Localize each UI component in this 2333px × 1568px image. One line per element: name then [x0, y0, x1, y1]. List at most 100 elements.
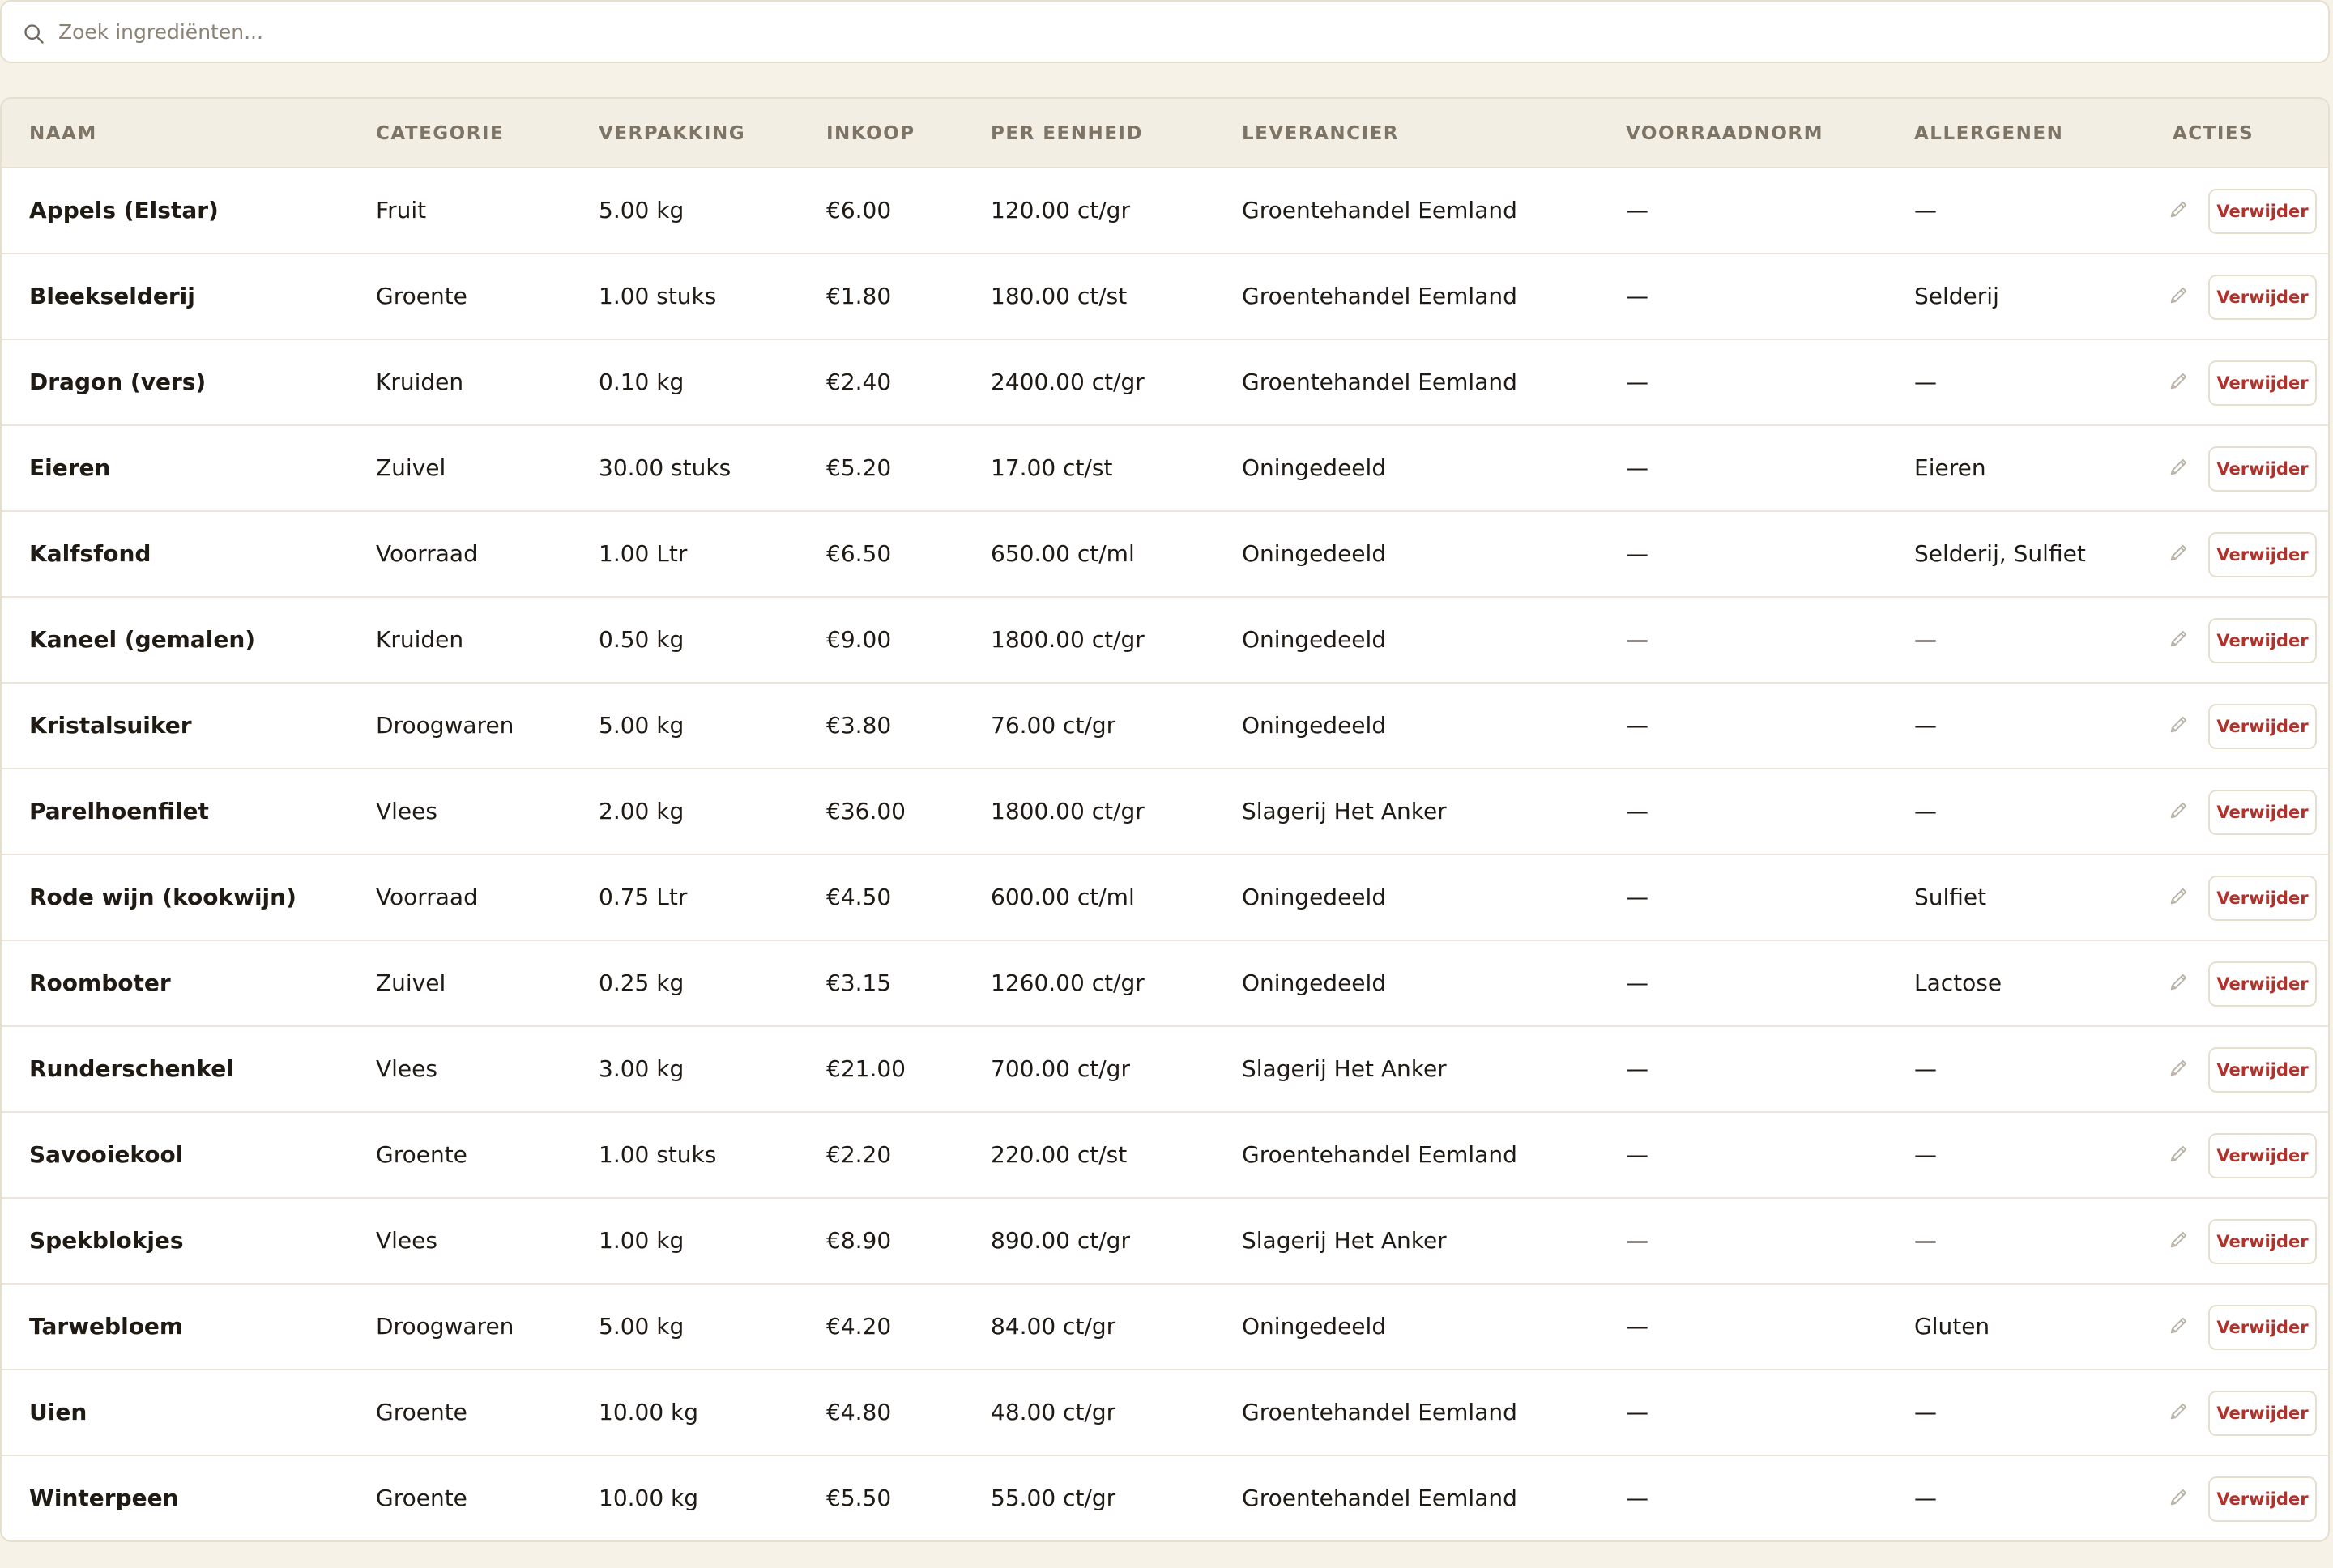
ingredient-name: Tarwebloem	[29, 1313, 184, 1340]
ingredient-supplier: Groentehandel Eemland	[1242, 197, 1517, 224]
ingredient-stock-norm: —	[1626, 712, 1648, 739]
ingredient-unit-price: 600.00 ct/ml	[991, 884, 1135, 910]
delete-button[interactable]: Verwijder	[2208, 1391, 2317, 1436]
ingredient-category: Fruit	[376, 197, 427, 224]
delete-button[interactable]: Verwijder	[2208, 189, 2317, 234]
pencil-icon[interactable]	[2168, 1314, 2190, 1336]
ingredient-purchase-price: €6.00	[826, 197, 892, 224]
table-row[interactable]: Kalfsfond Voorraad 1.00 Ltr €6.50 650.00…	[2, 512, 2328, 598]
delete-button[interactable]: Verwijder	[2208, 446, 2317, 492]
table-row[interactable]: Eieren Zuivel 30.00 stuks €5.20 17.00 ct…	[2, 426, 2328, 512]
table-row[interactable]: Savooiekool Groente 1.00 stuks €2.20 220…	[2, 1113, 2328, 1199]
table-row[interactable]: Rode wijn (kookwijn) Voorraad 0.75 Ltr €…	[2, 855, 2328, 941]
column-header-naam[interactable]: NAAM	[29, 99, 97, 168]
ingredient-packaging: 2.00 kg	[599, 798, 685, 824]
delete-button[interactable]: Verwijder	[2208, 360, 2317, 406]
pencil-icon[interactable]	[2168, 799, 2190, 821]
table-row[interactable]: Tarwebloem Droogwaren 5.00 kg €4.20 84.0…	[2, 1285, 2328, 1370]
ingredient-stock-norm: —	[1626, 798, 1648, 824]
table-row[interactable]: Runderschenkel Vlees 3.00 kg €21.00 700.…	[2, 1027, 2328, 1113]
table-row[interactable]: Bleekselderij Groente 1.00 stuks €1.80 1…	[2, 254, 2328, 340]
pencil-icon[interactable]	[2168, 1142, 2190, 1165]
delete-button[interactable]: Verwijder	[2208, 1047, 2317, 1093]
ingredient-category: Groente	[376, 1485, 467, 1511]
table-row[interactable]: Uien Groente 10.00 kg €4.80 48.00 ct/gr …	[2, 1370, 2328, 1456]
delete-button[interactable]: Verwijder	[2208, 961, 2317, 1007]
column-header-leverancier[interactable]: LEVERANCIER	[1242, 99, 1399, 168]
ingredient-packaging: 5.00 kg	[599, 712, 685, 739]
pencil-icon[interactable]	[2168, 1400, 2190, 1422]
table-row[interactable]: Roomboter Zuivel 0.25 kg €3.15 1260.00 c…	[2, 941, 2328, 1027]
delete-button[interactable]: Verwijder	[2208, 275, 2317, 320]
ingredient-unit-price: 220.00 ct/st	[991, 1141, 1128, 1168]
delete-button[interactable]: Verwijder	[2208, 1305, 2317, 1350]
delete-button[interactable]: Verwijder	[2208, 618, 2317, 663]
ingredient-stock-norm: —	[1626, 1485, 1648, 1511]
pencil-icon[interactable]	[2168, 970, 2190, 993]
delete-button[interactable]: Verwijder	[2208, 876, 2317, 921]
ingredient-allergens: —	[1914, 798, 1937, 824]
pencil-icon[interactable]	[2168, 283, 2190, 306]
pencil-icon[interactable]	[2168, 713, 2190, 735]
ingredient-stock-norm: —	[1626, 454, 1648, 481]
table-row[interactable]: Appels (Elstar) Fruit 5.00 kg €6.00 120.…	[2, 168, 2328, 254]
column-header-categorie[interactable]: CATEGORIE	[376, 99, 504, 168]
ingredient-unit-price: 2400.00 ct/gr	[991, 369, 1145, 395]
ingredient-stock-norm: —	[1626, 969, 1648, 996]
table-row[interactable]: Kristalsuiker Droogwaren 5.00 kg €3.80 7…	[2, 684, 2328, 769]
table-row[interactable]: Winterpeen Groente 10.00 kg €5.50 55.00 …	[2, 1456, 2328, 1540]
ingredient-unit-price: 55.00 ct/gr	[991, 1485, 1116, 1511]
table-row[interactable]: Spekblokjes Vlees 1.00 kg €8.90 890.00 c…	[2, 1199, 2328, 1285]
delete-button[interactable]: Verwijder	[2208, 1219, 2317, 1264]
table-row[interactable]: Dragon (vers) Kruiden 0.10 kg €2.40 2400…	[2, 340, 2328, 426]
ingredient-stock-norm: —	[1626, 1141, 1648, 1168]
column-header-verpakking[interactable]: VERPAKKING	[599, 99, 745, 168]
ingredient-purchase-price: €6.50	[826, 540, 892, 567]
pencil-icon[interactable]	[2168, 1228, 2190, 1251]
column-header-voorraadnorm[interactable]: VOORRAADNORM	[1626, 99, 1823, 168]
ingredient-stock-norm: —	[1626, 1055, 1648, 1082]
ingredient-category: Zuivel	[376, 454, 446, 481]
column-header-per-eenheid[interactable]: PER EENHEID	[991, 99, 1143, 168]
delete-button[interactable]: Verwijder	[2208, 1476, 2317, 1522]
ingredient-packaging: 0.75 Ltr	[599, 884, 688, 910]
ingredient-supplier: Slagerij Het Anker	[1242, 798, 1447, 824]
pencil-icon[interactable]	[2168, 541, 2190, 564]
ingredient-unit-price: 48.00 ct/gr	[991, 1399, 1116, 1425]
ingredient-name: Roomboter	[29, 969, 171, 996]
ingredient-name: Appels (Elstar)	[29, 197, 219, 224]
table-row[interactable]: Parelhoenfilet Vlees 2.00 kg €36.00 1800…	[2, 769, 2328, 855]
ingredient-purchase-price: €8.90	[826, 1227, 892, 1254]
pencil-icon[interactable]	[2168, 369, 2190, 392]
ingredient-packaging: 10.00 kg	[599, 1485, 699, 1511]
search-input[interactable]	[58, 3, 2246, 60]
delete-button[interactable]: Verwijder	[2208, 704, 2317, 749]
ingredient-unit-price: 17.00 ct/st	[991, 454, 1113, 481]
table-row[interactable]: Kaneel (gemalen) Kruiden 0.50 kg €9.00 1…	[2, 598, 2328, 684]
ingredient-unit-price: 76.00 ct/gr	[991, 712, 1116, 739]
ingredient-unit-price: 120.00 ct/gr	[991, 197, 1130, 224]
ingredient-allergens: Lactose	[1914, 969, 2002, 996]
ingredient-supplier: Slagerij Het Anker	[1242, 1227, 1447, 1254]
ingredient-purchase-price: €4.50	[826, 884, 892, 910]
column-header-inkoop[interactable]: INKOOP	[826, 99, 915, 168]
pencil-icon[interactable]	[2168, 627, 2190, 650]
pencil-icon[interactable]	[2168, 1485, 2190, 1508]
ingredient-stock-norm: —	[1626, 540, 1648, 567]
ingredient-purchase-price: €9.00	[826, 626, 892, 653]
ingredient-packaging: 1.00 stuks	[599, 283, 717, 309]
column-header-allergenen[interactable]: ALLERGENEN	[1914, 99, 2063, 168]
delete-button[interactable]: Verwijder	[2208, 790, 2317, 835]
ingredient-allergens: Gluten	[1914, 1313, 1990, 1340]
pencil-icon[interactable]	[2168, 198, 2190, 220]
delete-button[interactable]: Verwijder	[2208, 1133, 2317, 1178]
pencil-icon[interactable]	[2168, 884, 2190, 907]
ingredient-name: Bleekselderij	[29, 283, 195, 309]
ingredient-supplier: Groentehandel Eemland	[1242, 1485, 1517, 1511]
ingredient-allergens: —	[1914, 1055, 1937, 1082]
ingredient-stock-norm: —	[1626, 626, 1648, 653]
pencil-icon[interactable]	[2168, 1056, 2190, 1079]
ingredient-unit-price: 84.00 ct/gr	[991, 1313, 1116, 1340]
delete-button[interactable]: Verwijder	[2208, 532, 2317, 577]
pencil-icon[interactable]	[2168, 455, 2190, 478]
